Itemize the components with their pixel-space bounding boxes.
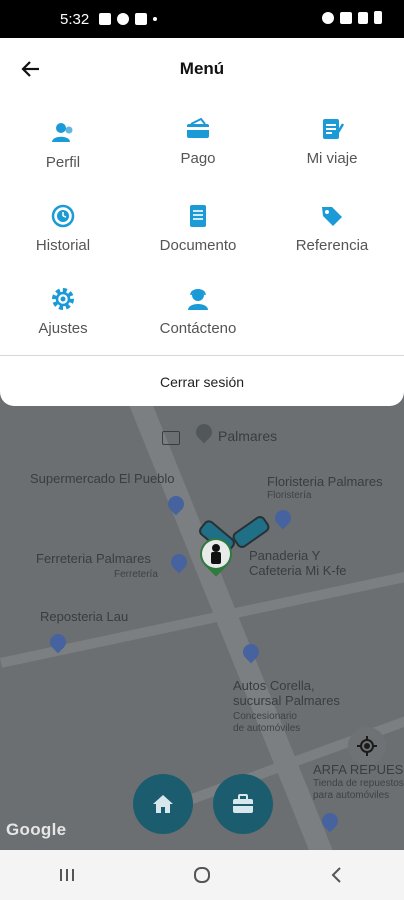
- map-label-ferreteria: Ferreteria Palmares: [36, 551, 151, 566]
- alarm-icon: [322, 11, 334, 24]
- map-sub-ferreteria: Ferretería: [114, 569, 158, 580]
- status-notification-icons: [99, 13, 158, 25]
- map-label-supermercado: Supermercado El Pueblo: [30, 471, 175, 486]
- home-button[interactable]: [133, 774, 193, 834]
- map-sub-floristeria: Floristería: [267, 490, 312, 501]
- map-label-panaderia: Panaderia Y Cafeteria Mi K-fe: [249, 548, 347, 578]
- home-icon: [153, 795, 173, 813]
- menu-item-ajustes[interactable]: Ajustes: [0, 286, 130, 337]
- map-label-reposteria: Reposteria Lau: [40, 609, 129, 624]
- menu-item-label: Referencia: [295, 237, 369, 254]
- map-label-autos: Autos Corella, sucursal Palmares: [233, 678, 340, 708]
- menu-header: Menú: [0, 38, 404, 100]
- menu-item-label: Perfil: [45, 154, 81, 171]
- road-shield-icon: [162, 431, 180, 445]
- menu-item-historial[interactable]: Historial: [0, 203, 130, 254]
- divider: [0, 355, 404, 356]
- signal-icon: [358, 11, 368, 24]
- map-label-floristeria: Floristeria Palmares: [267, 474, 383, 489]
- message-icon: [135, 13, 148, 25]
- map-sub-arfa: Tienda de repuestos para automóviles: [313, 778, 404, 801]
- menu-item-label: Ajustes: [38, 320, 88, 337]
- menu-item-contacteno[interactable]: Contácteno: [131, 286, 265, 337]
- profile-icon: [52, 123, 73, 142]
- logout-button[interactable]: Cerrar sesión: [0, 374, 404, 390]
- shop-pin-icon[interactable]: [167, 550, 191, 574]
- lte-icon: [340, 11, 352, 24]
- messenger-icon: [117, 13, 130, 25]
- back-nav-button[interactable]: [317, 860, 357, 890]
- my-location-button[interactable]: [348, 727, 386, 765]
- work-button[interactable]: [213, 774, 273, 834]
- map-sub-autos: Concesionario de automóviles: [233, 711, 301, 734]
- menu-item-pago[interactable]: Pago: [131, 116, 265, 167]
- menu-item-label: Historial: [35, 237, 91, 254]
- menu-item-mi-viaje[interactable]: Mi viaje: [265, 116, 399, 167]
- history-clock-icon: [51, 204, 75, 228]
- battery-icon: [374, 11, 382, 24]
- menu-item-label: Pago: [180, 150, 216, 167]
- menu-item-label: Contácteno: [159, 320, 237, 337]
- menu-item-perfil[interactable]: Perfil: [0, 120, 130, 171]
- crosshair-icon: [357, 736, 377, 756]
- gallery-icon: [99, 13, 112, 25]
- trip-notes-icon: [323, 119, 345, 139]
- document-icon: [190, 205, 206, 227]
- status-time: 5:32: [60, 10, 90, 28]
- google-logo: Google: [6, 820, 67, 839]
- menu-item-documento[interactable]: Documento: [131, 203, 265, 254]
- system-nav-bar: [0, 850, 404, 900]
- home-nav-button[interactable]: [182, 860, 222, 890]
- status-system-icons: [322, 11, 382, 24]
- payment-card-icon: [187, 117, 209, 138]
- recent-apps-icon: [60, 869, 75, 881]
- menu-panel: Menú Perfil Pago Mi viaje Historial Docu…: [0, 38, 404, 406]
- page-title: Menú: [179, 59, 225, 78]
- map-label-arfa: ARFA REPUES: [313, 762, 404, 777]
- chevron-left-icon: [331, 867, 341, 883]
- place-pin-icon[interactable]: [192, 420, 216, 444]
- more-dot-icon: [153, 17, 158, 21]
- menu-item-referencia[interactable]: Referencia: [265, 203, 399, 254]
- briefcase-icon: [233, 794, 253, 813]
- car-marker-icon[interactable]: [230, 513, 272, 551]
- status-bar: 5:32: [0, 0, 404, 38]
- person-icon: [202, 540, 230, 568]
- home-circle-icon: [193, 867, 210, 883]
- contact-icon: [188, 288, 208, 310]
- tag-icon: [322, 207, 342, 226]
- map-label-palmares: Palmares: [218, 428, 278, 444]
- shop-pin-icon[interactable]: [271, 506, 295, 530]
- menu-item-label: Mi viaje: [306, 150, 358, 167]
- recent-apps-button[interactable]: [47, 860, 87, 890]
- gear-icon: [52, 288, 74, 310]
- menu-item-label: Documento: [159, 237, 237, 254]
